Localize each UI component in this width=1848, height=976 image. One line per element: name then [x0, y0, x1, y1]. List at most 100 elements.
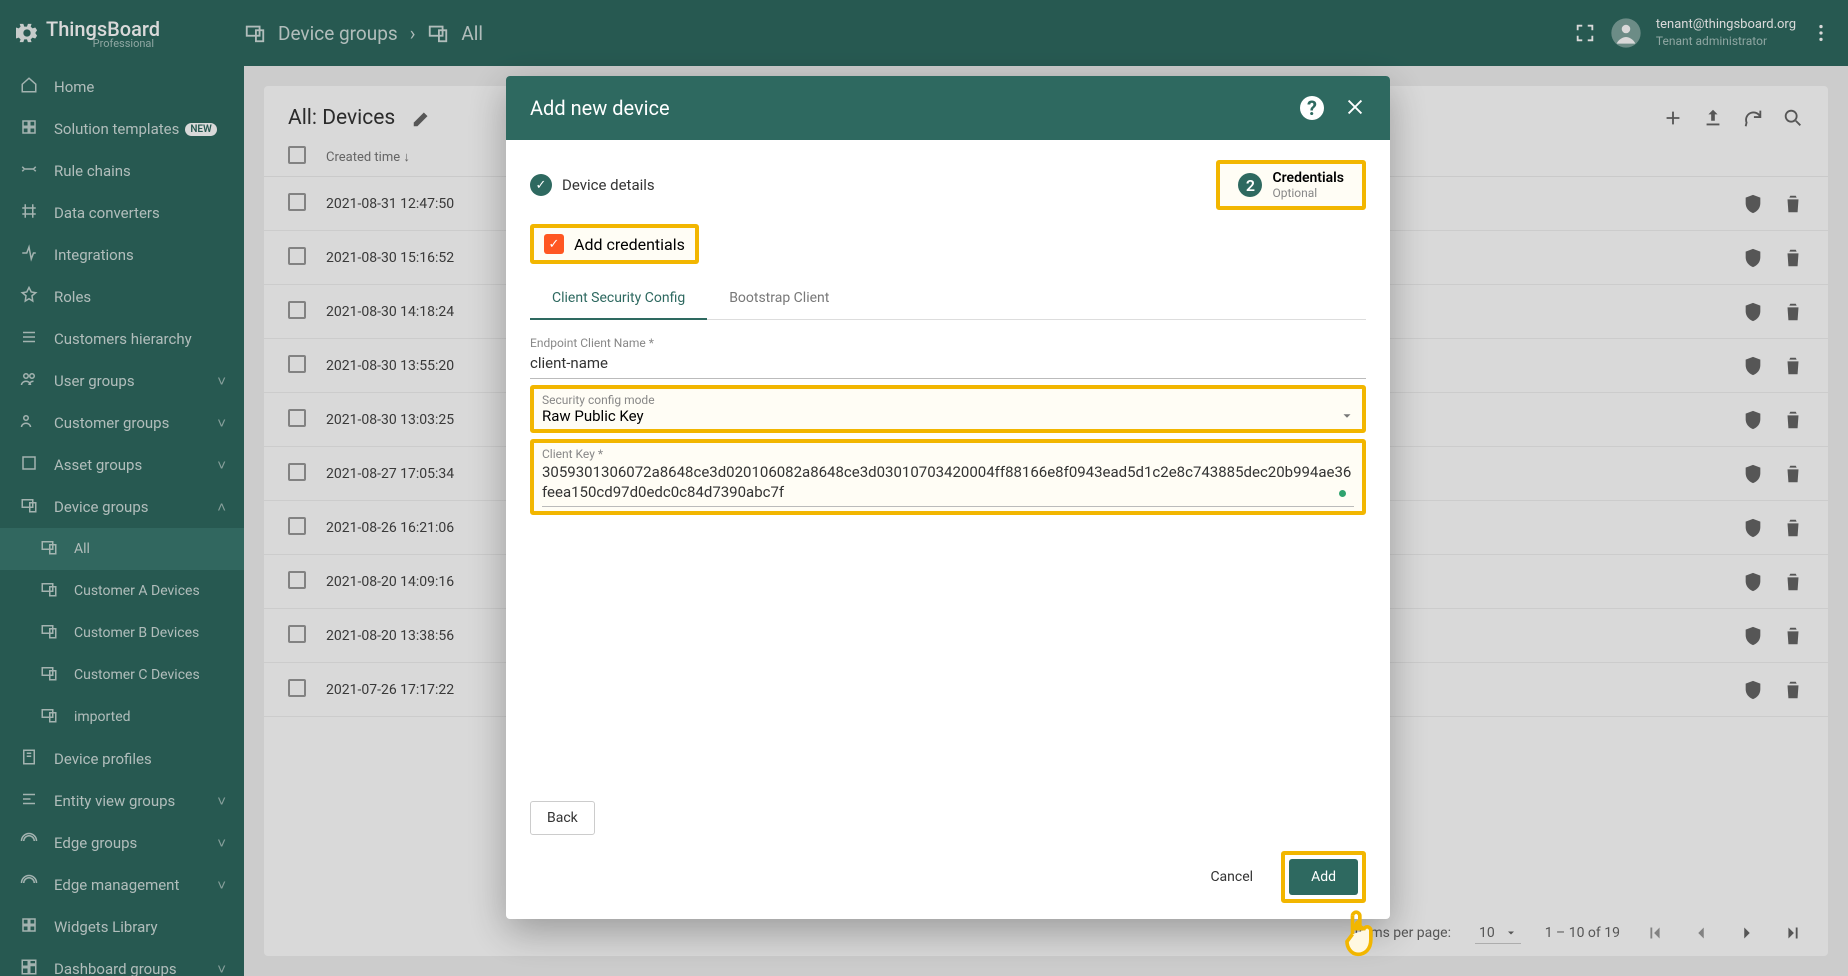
- shield-icon[interactable]: [1742, 571, 1764, 593]
- select-all-checkbox[interactable]: [288, 146, 306, 164]
- sidebar-item-user-groups[interactable]: User groups˅: [0, 360, 244, 402]
- first-page-icon[interactable]: [1644, 922, 1666, 944]
- delete-icon[interactable]: [1782, 571, 1804, 593]
- row-checkbox[interactable]: [288, 409, 306, 427]
- delete-icon[interactable]: [1782, 409, 1804, 431]
- last-page-icon[interactable]: [1782, 922, 1804, 944]
- step-device-details[interactable]: ✓ Device details: [530, 174, 655, 196]
- refresh-icon[interactable]: [1742, 107, 1764, 129]
- sidebar-item-widgets-library[interactable]: Widgets Library: [0, 906, 244, 948]
- upload-icon[interactable]: [1702, 107, 1724, 129]
- sidebar-item-all[interactable]: All: [0, 528, 244, 570]
- tab-client-security[interactable]: Client Security Config: [530, 278, 707, 320]
- step-credentials[interactable]: 2 Credentials Optional: [1216, 160, 1366, 210]
- edit-icon[interactable]: [411, 107, 433, 129]
- sidebar-item-home[interactable]: Home: [0, 66, 244, 108]
- sidebar-item-data-converters[interactable]: Data converters: [0, 192, 244, 234]
- row-checkbox[interactable]: [288, 571, 306, 589]
- sidebar-item-customer-b-devices[interactable]: Customer B Devices: [0, 612, 244, 654]
- prev-page-icon[interactable]: [1690, 922, 1712, 944]
- row-checkbox[interactable]: [288, 355, 306, 373]
- sidebar-item-dashboard-groups[interactable]: Dashboard groups˅: [0, 948, 244, 976]
- breadcrumb: Device groups › All: [244, 22, 483, 45]
- delete-icon[interactable]: [1782, 193, 1804, 215]
- delete-icon[interactable]: [1782, 463, 1804, 485]
- delete-icon[interactable]: [1782, 301, 1804, 323]
- tab-bootstrap[interactable]: Bootstrap Client: [707, 278, 851, 319]
- row-checkbox[interactable]: [288, 625, 306, 643]
- cancel-button[interactable]: Cancel: [1198, 851, 1265, 903]
- fullscreen-icon[interactable]: [1574, 22, 1596, 44]
- sidebar-item-device-profiles[interactable]: Device profiles: [0, 738, 244, 780]
- page-title: All: Devices: [288, 106, 395, 130]
- shield-icon[interactable]: [1742, 355, 1764, 377]
- search-icon[interactable]: [1782, 107, 1804, 129]
- sidebar-item-customer-c-devices[interactable]: Customer C Devices: [0, 654, 244, 696]
- secmode-label: Security config mode: [542, 393, 1354, 407]
- endpoint-input[interactable]: [530, 350, 1366, 379]
- logo[interactable]: ThingsBoard Professional: [16, 17, 244, 50]
- clientkey-input[interactable]: 3059301306072a8648ce3d020106082a8648ce3d…: [542, 461, 1354, 507]
- sidebar-item-label: Entity view groups: [54, 792, 175, 810]
- crumb-all[interactable]: All: [461, 22, 483, 45]
- shield-icon[interactable]: [1742, 625, 1764, 647]
- sidebar-item-customer-groups[interactable]: Customer groups˅: [0, 402, 244, 444]
- crumb-group[interactable]: Device groups: [278, 22, 398, 45]
- sidebar-item-imported[interactable]: imported: [0, 696, 244, 738]
- sidebar-item-rule-chains[interactable]: Rule chains: [0, 150, 244, 192]
- delete-icon[interactable]: [1782, 679, 1804, 701]
- user-info[interactable]: tenant@thingsboard.org Tenant administra…: [1656, 17, 1796, 49]
- add-icon[interactable]: [1662, 107, 1684, 129]
- close-icon[interactable]: [1344, 96, 1366, 118]
- add-credentials-checkbox[interactable]: ✓ Add credentials: [530, 224, 699, 264]
- row-checkbox[interactable]: [288, 301, 306, 319]
- sidebar-item-customers-hierarchy[interactable]: Customers hierarchy: [0, 318, 244, 360]
- more-icon[interactable]: [1810, 22, 1832, 44]
- shield-icon[interactable]: [1742, 409, 1764, 431]
- sidebar-item-roles[interactable]: Roles: [0, 276, 244, 318]
- sidebar-item-edge-management[interactable]: Edge management˅: [0, 864, 244, 906]
- avatar-icon[interactable]: [1610, 17, 1642, 49]
- row-checkbox[interactable]: [288, 517, 306, 535]
- next-page-icon[interactable]: [1736, 922, 1758, 944]
- delete-icon[interactable]: [1782, 247, 1804, 269]
- delete-icon[interactable]: [1782, 517, 1804, 539]
- shield-icon[interactable]: [1742, 301, 1764, 323]
- secmode-select[interactable]: Raw Public Key: [542, 407, 1354, 425]
- sidebar-item-label: Device groups: [54, 498, 149, 516]
- row-checkbox[interactable]: [288, 247, 306, 265]
- nav-icon: [20, 832, 38, 850]
- shield-icon[interactable]: [1742, 463, 1764, 485]
- sidebar[interactable]: HomeSolution templatesNEWRule chainsData…: [0, 66, 244, 976]
- help-icon[interactable]: ?: [1300, 96, 1324, 120]
- shield-icon[interactable]: [1742, 193, 1764, 215]
- shield-icon[interactable]: [1742, 247, 1764, 269]
- nav-icon: [40, 538, 58, 556]
- sidebar-item-label: imported: [74, 709, 131, 725]
- sidebar-item-asset-groups[interactable]: Asset groups˅: [0, 444, 244, 486]
- row-checkbox[interactable]: [288, 679, 306, 697]
- sidebar-item-solution-templates[interactable]: Solution templatesNEW: [0, 108, 244, 150]
- nav-icon: [20, 748, 38, 766]
- nav-icon: [40, 664, 58, 682]
- sidebar-item-device-groups[interactable]: Device groups˄: [0, 486, 244, 528]
- shield-icon[interactable]: [1742, 517, 1764, 539]
- nav-icon: [20, 202, 38, 220]
- shield-icon[interactable]: [1742, 679, 1764, 701]
- delete-icon[interactable]: [1782, 625, 1804, 647]
- sidebar-item-label: Edge management: [54, 876, 179, 894]
- nav-icon: [40, 622, 58, 640]
- sidebar-item-customer-a-devices[interactable]: Customer A Devices: [0, 570, 244, 612]
- row-checkbox[interactable]: [288, 193, 306, 211]
- row-checkbox[interactable]: [288, 463, 306, 481]
- sidebar-item-edge-groups[interactable]: Edge groups˅: [0, 822, 244, 864]
- add-button[interactable]: Add: [1289, 859, 1358, 895]
- sidebar-item-integrations[interactable]: Integrations: [0, 234, 244, 276]
- chevron-down-icon: [1340, 409, 1354, 423]
- sidebar-item-label: All: [74, 541, 90, 557]
- delete-icon[interactable]: [1782, 355, 1804, 377]
- sidebar-item-entity-view-groups[interactable]: Entity view groups˅: [0, 780, 244, 822]
- page-size-select[interactable]: 10: [1475, 923, 1521, 944]
- back-button[interactable]: Back: [530, 801, 595, 835]
- sidebar-item-label: User groups: [54, 372, 135, 390]
